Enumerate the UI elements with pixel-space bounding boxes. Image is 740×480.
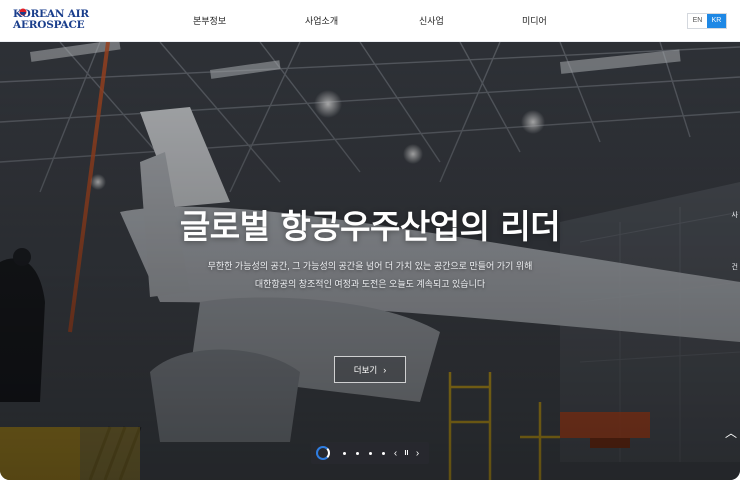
slider-dot[interactable]	[382, 451, 385, 455]
slider-controls: ‹ II ›	[311, 442, 429, 464]
nav-item-hq-info[interactable]: 본부정보	[193, 14, 226, 27]
slider-dot[interactable]	[343, 451, 346, 455]
site-header: KOREAN AIR AEROSPACE 본부정보 사업소개 신사업 미디어 E…	[0, 0, 740, 42]
chevron-right-icon: ›	[383, 364, 387, 375]
slider-dot[interactable]	[369, 451, 372, 455]
language-switcher: EN KR	[687, 13, 727, 29]
lang-en-button[interactable]: EN	[688, 14, 707, 28]
more-button[interactable]: 더보기 ›	[334, 356, 406, 383]
chevron-up-icon[interactable]: ︿	[725, 424, 737, 441]
main-nav: 본부정보 사업소개 신사업 미디어	[0, 0, 740, 42]
nav-item-new-business[interactable]: 신사업	[419, 14, 444, 27]
side-label-mid: 건	[731, 264, 738, 271]
page-frame: KOREAN AIR AEROSPACE 본부정보 사업소개 신사업 미디어 E…	[0, 0, 740, 480]
next-slide-button[interactable]: ›	[412, 448, 423, 459]
nav-item-media[interactable]: 미디어	[522, 14, 547, 27]
more-button-label: 더보기	[353, 364, 378, 375]
progress-ring-icon	[316, 446, 330, 460]
side-label-top: 사	[731, 212, 738, 219]
pause-button[interactable]: II	[401, 450, 412, 457]
slider-dot[interactable]	[356, 451, 359, 455]
hero-banner: 글로벌 항공우주산업의 리더 무한한 가능성의 공간, 그 가능성의 공간을 넘…	[0, 42, 740, 480]
nav-item-business[interactable]: 사업소개	[305, 14, 338, 27]
hero-description-line1: 무한한 가능성의 공간, 그 가능성의 공간을 넘어 더 가치 있는 공간으로 …	[207, 261, 533, 271]
hero-title: 글로벌 항공우주산업의 리더	[179, 207, 561, 246]
lang-kr-button[interactable]: KR	[707, 14, 726, 28]
prev-slide-button[interactable]: ‹	[390, 448, 401, 459]
hero-description-line2: 대한항공의 창조적인 여정과 도전은 오늘도 계속되고 있습니다	[254, 279, 486, 289]
